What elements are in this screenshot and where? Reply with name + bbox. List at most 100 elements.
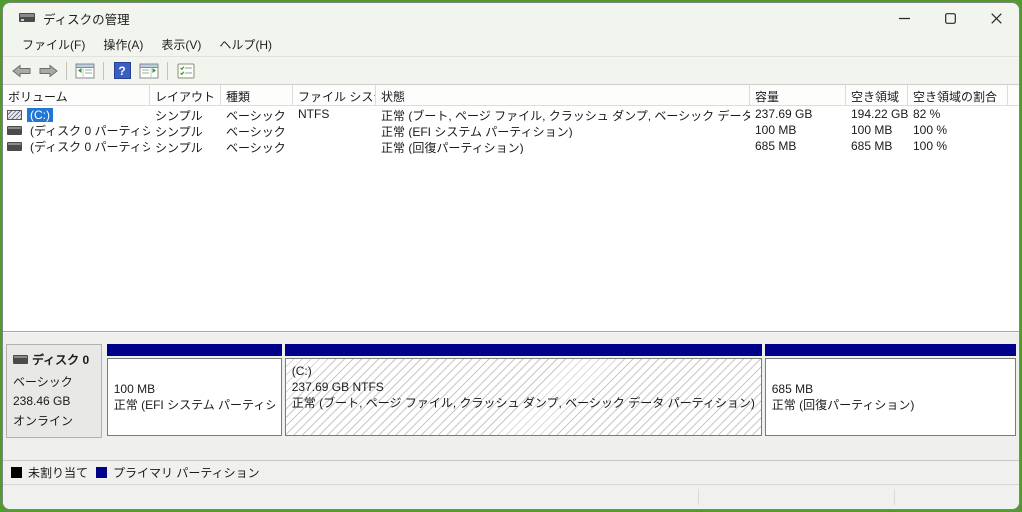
status-cell: 正常 (回復パーティション) <box>376 138 750 154</box>
help-icon: ? <box>114 62 131 79</box>
toolbar-separator <box>167 62 168 80</box>
filler-cell <box>1008 138 1019 154</box>
partition-c-box-selected[interactable]: (C:) 237.69 GB NTFS 正常 (ブート, ページ ファイル, ク… <box>285 358 762 436</box>
menu-action[interactable]: 操作(A) <box>94 33 152 56</box>
console-tree-icon <box>75 63 95 79</box>
maximize-icon <box>945 13 956 24</box>
volume-row-partition-4[interactable]: (ディスク 0 パーティション 4) シンプル ベーシック 正常 (回復パーティ… <box>3 138 1019 154</box>
window-controls <box>881 3 1019 33</box>
disk-size-label: 238.46 GB <box>13 394 97 408</box>
status-cell: 正常 (EFI システム パーティション) <box>376 122 750 138</box>
close-icon <box>991 13 1002 24</box>
disk-management-window: ディスクの管理 ファイル(F) 操作(A) 表示(V) ヘルプ(H) <box>2 2 1020 510</box>
type-cell: ベーシック <box>221 138 293 154</box>
volume-row-c[interactable]: (C:) シンプル ベーシック NTFS 正常 (ブート, ページ ファイル, … <box>3 106 1019 122</box>
free-percent-cell: 100 % <box>908 138 1008 154</box>
partition-status-label: 正常 (ブート, ページ ファイル, クラッシュ ダンプ, ベーシック データ … <box>292 395 755 411</box>
maximize-button[interactable] <box>927 3 973 33</box>
column-header-filesystem[interactable]: ファイル システム <box>293 85 376 106</box>
free-percent-cell: 82 % <box>908 106 1008 122</box>
disk-0-header-panel[interactable]: ディスク 0 ベーシック 238.46 GB オンライン <box>6 344 102 438</box>
partition-status-label: 正常 (EFI システム パーティション) <box>114 397 275 413</box>
minimize-icon <box>899 13 910 24</box>
legend-primary-label: プライマリ パーティション <box>113 464 260 481</box>
partition-icon <box>7 142 22 151</box>
disk-status-label: オンライン <box>13 412 97 429</box>
column-header-volume[interactable]: ボリューム <box>3 85 150 106</box>
disk-type-label: ベーシック <box>13 373 97 390</box>
minimize-button[interactable] <box>881 3 927 33</box>
free-space-cell: 685 MB <box>846 138 908 154</box>
column-header-layout[interactable]: レイアウト <box>150 85 221 106</box>
status-bar <box>3 484 1019 509</box>
free-space-cell: 194.22 GB <box>846 106 908 122</box>
layout-cell: シンプル <box>150 138 221 154</box>
properties-button[interactable] <box>174 60 198 82</box>
window-title: ディスクの管理 <box>43 9 130 28</box>
volume-name-label[interactable]: (C:) <box>27 108 53 122</box>
partition-title-label: (C:) <box>292 363 755 379</box>
filesystem-cell: NTFS <box>293 106 376 122</box>
partition-size-label: 685 MB <box>772 381 1009 397</box>
volume-name-label[interactable]: (ディスク 0 パーティション 1) <box>27 122 150 138</box>
help-button[interactable]: ? <box>110 60 134 82</box>
disk-name-label: ディスク 0 <box>32 351 89 368</box>
forward-button[interactable] <box>36 60 60 82</box>
disk-icon <box>13 355 28 364</box>
legend-unallocated-label: 未割り当て <box>28 464 88 481</box>
title-bar: ディスクの管理 <box>3 3 1019 33</box>
column-header-filler <box>1008 85 1019 106</box>
menu-file[interactable]: ファイル(F) <box>13 33 94 56</box>
menu-bar: ファイル(F) 操作(A) 表示(V) ヘルプ(H) <box>3 33 1019 57</box>
layout-cell: シンプル <box>150 106 221 122</box>
legend-bar: 未割り当て プライマリ パーティション <box>3 460 1019 484</box>
partition-size-label: 237.69 GB NTFS <box>292 379 755 395</box>
partition-recovery-box[interactable]: 685 MB 正常 (回復パーティション) <box>765 358 1016 436</box>
primary-partition-swatch-icon <box>96 467 107 478</box>
partition-efi-box[interactable]: 100 MB 正常 (EFI システム パーティション) <box>107 358 282 436</box>
column-header-capacity[interactable]: 容量 <box>750 85 846 106</box>
filler-cell <box>1008 122 1019 138</box>
close-button[interactable] <box>973 3 1019 33</box>
toolbar-separator <box>103 62 104 80</box>
back-button[interactable] <box>9 60 33 82</box>
partition-recovery[interactable]: 685 MB 正常 (回復パーティション) <box>765 344 1016 460</box>
volume-name-cell[interactable]: (C:) <box>3 106 150 122</box>
volume-name-cell[interactable]: (ディスク 0 パーティション 1) <box>3 122 150 138</box>
free-percent-cell: 100 % <box>908 122 1008 138</box>
column-header-free-space[interactable]: 空き領域 <box>846 85 908 106</box>
layout-cell: シンプル <box>150 122 221 138</box>
volume-name-label[interactable]: (ディスク 0 パーティション 4) <box>27 138 150 154</box>
type-cell: ベーシック <box>221 122 293 138</box>
selected-partition-icon <box>7 110 22 120</box>
show-action-pane-button[interactable] <box>137 60 161 82</box>
legend-primary-partition: プライマリ パーティション <box>96 464 260 481</box>
free-space-cell: 100 MB <box>846 122 908 138</box>
status-cell: 正常 (ブート, ページ ファイル, クラッシュ ダンプ, ベーシック データ … <box>376 106 750 122</box>
toolbar-separator <box>66 62 67 80</box>
volume-table-header: ボリューム レイアウト 種類 ファイル システム 状態 容量 空き領域 空き領域… <box>3 85 1019 106</box>
action-pane-icon <box>139 63 159 79</box>
properties-checklist-icon <box>177 63 195 79</box>
column-header-status[interactable]: 状態 <box>376 85 750 106</box>
menu-help[interactable]: ヘルプ(H) <box>210 33 281 56</box>
toolbar: ? <box>3 57 1019 85</box>
menu-view[interactable]: 表示(V) <box>152 33 210 56</box>
filesystem-cell <box>293 122 376 138</box>
partition-c[interactable]: (C:) 237.69 GB NTFS 正常 (ブート, ページ ファイル, ク… <box>285 344 762 460</box>
type-cell: ベーシック <box>221 106 293 122</box>
capacity-cell: 100 MB <box>750 122 846 138</box>
partition-efi[interactable]: 100 MB 正常 (EFI システム パーティション) <box>107 344 282 460</box>
forward-arrow-icon <box>39 64 58 78</box>
legend-unallocated: 未割り当て <box>11 464 88 481</box>
capacity-cell: 237.69 GB <box>750 106 846 122</box>
column-header-type[interactable]: 種類 <box>221 85 293 106</box>
partition-status-label: 正常 (回復パーティション) <box>772 397 1009 413</box>
column-header-free-percent[interactable]: 空き領域の割合 <box>908 85 1008 106</box>
volume-name-cell[interactable]: (ディスク 0 パーティション 4) <box>3 138 150 154</box>
status-bar-divider <box>698 489 699 505</box>
volume-row-partition-1[interactable]: (ディスク 0 パーティション 1) シンプル ベーシック 正常 (EFI シス… <box>3 122 1019 138</box>
back-arrow-icon <box>12 64 31 78</box>
show-console-tree-button[interactable] <box>73 60 97 82</box>
primary-partition-color-bar <box>765 344 1016 356</box>
